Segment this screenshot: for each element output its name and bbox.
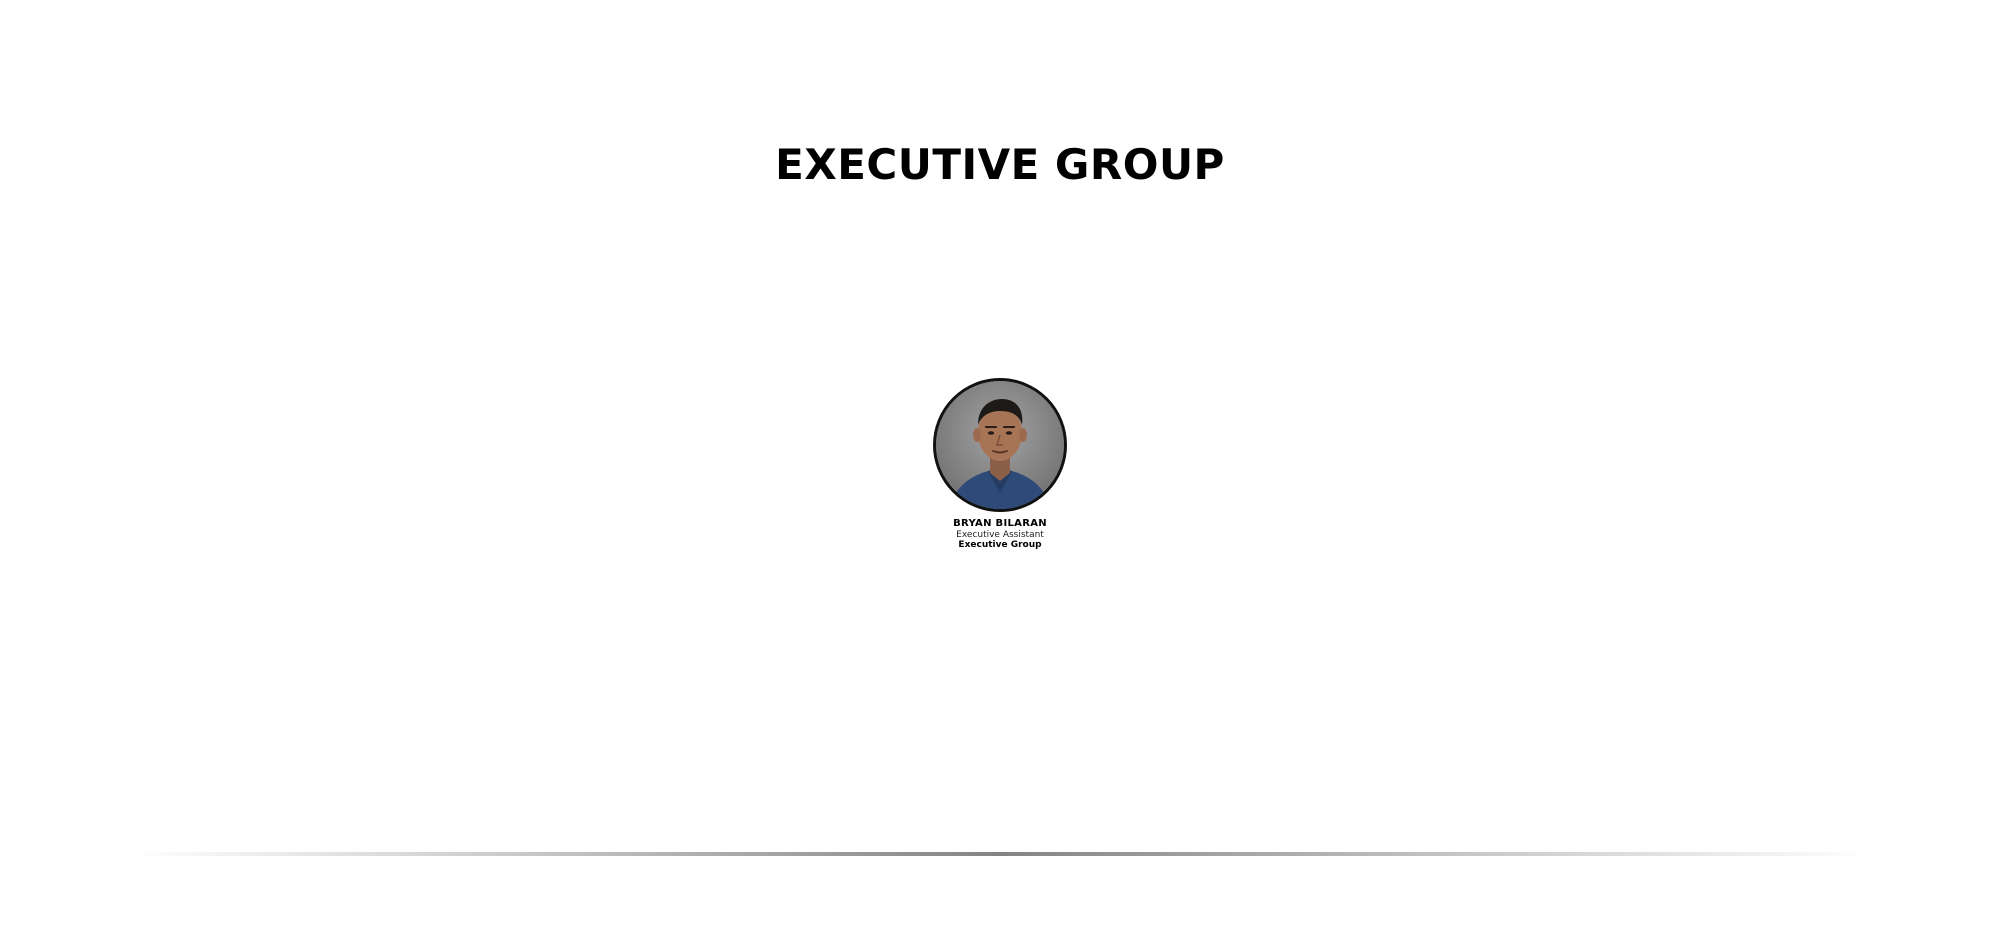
footer-divider [130,852,1870,856]
avatar[interactable] [933,378,1067,512]
member-role: Executive Assistant [956,530,1044,540]
page: EXECUTIVE GROUP BRYAN BILARAN Executive … [0,0,2000,928]
member-name: BRYAN BILARAN [953,518,1047,529]
section-title: EXECUTIVE GROUP [775,140,1225,189]
member-card[interactable]: BRYAN BILARAN Executive Assistant Execut… [900,378,1100,550]
member-group: Executive Group [958,540,1042,550]
person-portrait-icon [936,381,1064,509]
